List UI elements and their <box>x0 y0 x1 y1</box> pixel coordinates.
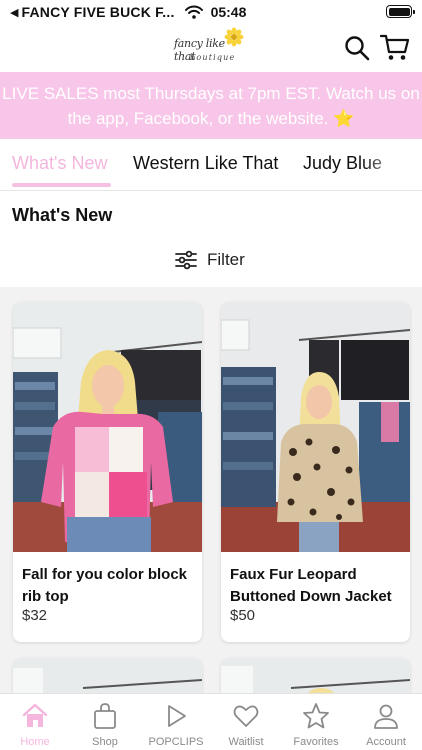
search-icon[interactable] <box>344 35 370 61</box>
status-time: 05:48 <box>210 4 247 20</box>
app-header: fancy like that boutique <box>0 24 422 72</box>
star-emoji-icon: ⭐ <box>333 109 355 128</box>
product-image[interactable] <box>13 658 202 698</box>
logo-line-2: boutique <box>190 53 236 62</box>
bottom-navigation: Home Shop POPCLIPS Waitlist Favorites Ac… <box>0 693 422 750</box>
back-arrow-icon[interactable]: ◀ <box>10 6 18 19</box>
nav-waitlist[interactable]: Waitlist <box>211 694 281 750</box>
flower-icon <box>224 27 244 47</box>
person-icon <box>374 704 398 729</box>
product-price: $32 <box>22 607 48 624</box>
product-price: $50 <box>230 607 256 624</box>
status-bar: ◀ FANCY FIVE BUCK F... 05:48 <box>0 0 422 24</box>
nav-label-account: Account <box>366 736 406 748</box>
product-grid: Fall for you color block rib top $32 Fau… <box>0 287 422 698</box>
nav-label-favorites: Favorites <box>293 736 339 748</box>
heart-icon <box>233 705 259 727</box>
product-card[interactable] <box>13 658 202 698</box>
product-image[interactable] <box>13 302 202 552</box>
product-image[interactable] <box>221 658 410 698</box>
product-image[interactable] <box>221 302 410 552</box>
product-name[interactable]: Faux Fur Leopard Buttoned Down Jacket <box>230 564 404 608</box>
nav-label-popclips: POPCLIPS <box>148 736 204 748</box>
category-tabs: What's New Western Like That Judy Blue <box>0 139 422 191</box>
play-icon <box>168 705 186 727</box>
star-icon <box>303 703 329 729</box>
nav-label-waitlist: Waitlist <box>228 736 264 748</box>
nav-account[interactable]: Account <box>351 694 421 750</box>
product-card[interactable] <box>221 658 410 698</box>
tab-whats-new[interactable]: What's New <box>12 153 107 174</box>
product-name[interactable]: Fall for you color block rib top <box>22 564 196 608</box>
sliders-icon <box>175 250 197 270</box>
product-card[interactable]: Faux Fur Leopard Buttoned Down Jacket $5… <box>221 302 410 642</box>
shopping-bag-icon <box>94 703 116 729</box>
section-title: What's New <box>12 205 113 225</box>
nav-shop[interactable]: Shop <box>70 694 140 750</box>
tab-western-like-that[interactable]: Western Like That <box>133 153 278 174</box>
banner-text: LIVE SALES most Thursdays at 7pm EST. Wa… <box>2 84 420 128</box>
active-tab-indicator <box>12 183 111 187</box>
promo-banner[interactable]: LIVE SALES most Thursdays at 7pm EST. Wa… <box>0 72 422 139</box>
nav-label-home: Home <box>20 736 50 748</box>
nav-home[interactable]: Home <box>0 694 70 750</box>
tabs-scroll-fade <box>362 139 422 189</box>
nav-label-shop: Shop <box>92 736 118 748</box>
filter-button[interactable]: Filter <box>175 248 245 272</box>
wifi-icon <box>184 5 203 19</box>
brand-logo[interactable]: fancy like that boutique <box>172 27 248 69</box>
home-icon <box>22 703 48 727</box>
nav-popclips[interactable]: POPCLIPS <box>141 694 211 750</box>
nav-favorites[interactable]: Favorites <box>281 694 351 750</box>
filter-label: Filter <box>207 250 245 269</box>
product-card[interactable]: Fall for you color block rib top $32 <box>13 302 202 642</box>
status-carrier[interactable]: FANCY FIVE BUCK F... <box>21 4 174 20</box>
battery-icon <box>386 5 415 18</box>
cart-icon[interactable] <box>380 33 410 61</box>
